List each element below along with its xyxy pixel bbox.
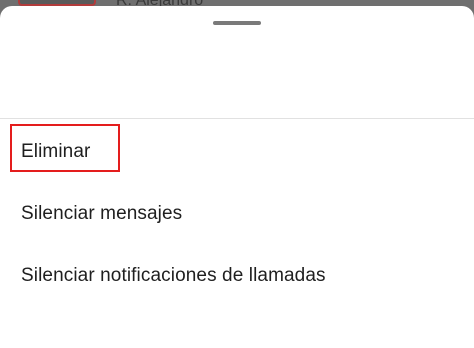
menu-item-delete[interactable]: Eliminar xyxy=(0,124,474,180)
menu-item-label: Eliminar xyxy=(21,141,91,162)
screen: R. Alejandro Eliminar Silenciar mensajes… xyxy=(0,0,474,348)
drag-handle[interactable] xyxy=(213,21,261,25)
sheet-divider xyxy=(0,118,474,119)
menu-item-mute-messages[interactable]: Silenciar mensajes xyxy=(0,186,474,242)
menu-item-label: Silenciar mensajes xyxy=(21,203,183,224)
bottom-sheet: Eliminar Silenciar mensajes Silenciar no… xyxy=(0,6,474,348)
menu-item-label: Silenciar notificaciones de llamadas xyxy=(21,265,326,286)
menu-item-mute-call-notifications[interactable]: Silenciar notificaciones de llamadas xyxy=(0,248,474,304)
